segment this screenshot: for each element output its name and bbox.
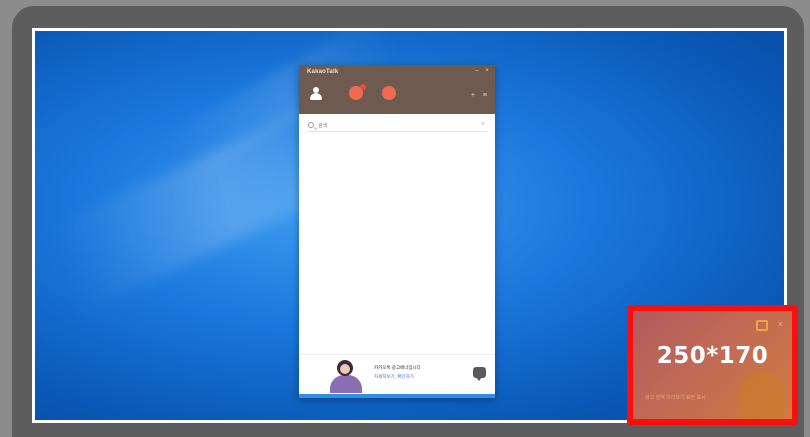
add-friend-icon[interactable]: + [471, 92, 475, 99]
menu-icon[interactable]: ≡ [483, 92, 487, 99]
ad-size-highlight-box: × 광고 영역 미리보기 화면 표시 250*170 [627, 305, 798, 425]
close-icon: × [777, 319, 783, 329]
more-tab-more-icon[interactable] [382, 86, 396, 100]
ad-size-label: 250*170 [656, 343, 769, 369]
notification-dot [360, 84, 366, 90]
ad-person-torso [330, 375, 362, 393]
chat-bubble-icon[interactable] [473, 367, 486, 381]
friends-tab-person-icon[interactable] [309, 87, 323, 101]
window-title: KakaoTalk [307, 69, 339, 75]
search-bar: + [307, 121, 487, 132]
messenger-window: KakaoTalk – × + ≡ + 카카오톡 [299, 65, 495, 398]
ad-subline[interactable]: 자세히보기, 확인하기 [374, 374, 414, 380]
add-icon[interactable]: + [481, 121, 485, 129]
ad-person-image [327, 358, 365, 393]
search-icon [308, 122, 314, 128]
chat-icon [756, 320, 768, 331]
messenger-bottom-bar [299, 394, 495, 398]
ad-person-face [340, 364, 350, 374]
highlight-caption: 광고 영역 미리보기 화면 표시 [645, 395, 706, 401]
messenger-header: KakaoTalk – × + ≡ [299, 65, 495, 114]
ad-banner[interactable]: 카카오톡 광고배너입니다 자세히보기, 확인하기 [299, 354, 495, 394]
ad-headline: 카카오톡 광고배너입니다 [374, 365, 421, 370]
search-input[interactable] [318, 121, 468, 130]
minimize-button[interactable]: – [473, 68, 481, 74]
close-button[interactable]: × [483, 68, 491, 74]
character-illustration [740, 371, 784, 419]
person-icon-body [310, 93, 322, 100]
